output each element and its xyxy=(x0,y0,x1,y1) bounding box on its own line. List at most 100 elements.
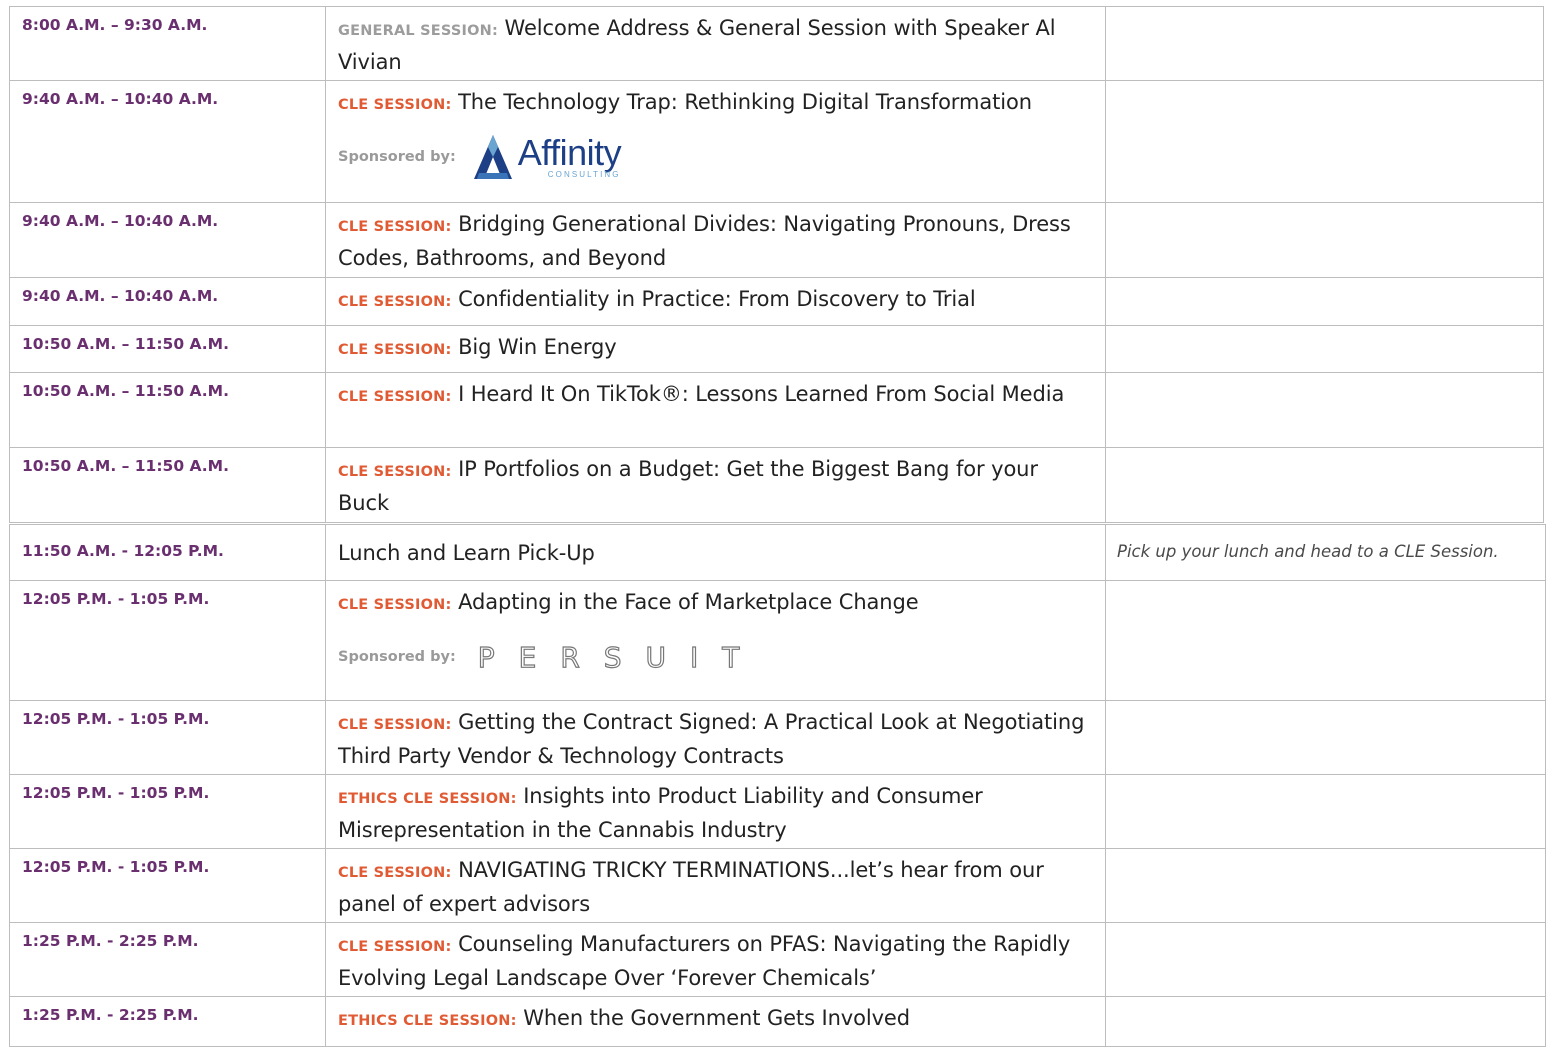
session-time: 11:50 A.M. - 12:05 P.M. xyxy=(22,542,224,560)
session-cell: CLE SESSION: I Heard It On TikTok®: Less… xyxy=(325,372,1106,448)
session-cell: Lunch and Learn Pick-Up xyxy=(325,524,1106,581)
session-label: CLE SESSION: xyxy=(338,717,452,733)
session-cell: CLE SESSION: Big Win Energy xyxy=(325,325,1106,373)
session-label: CLE SESSION: xyxy=(338,342,452,358)
lunch-note: Pick up your lunch and head to a CLE Ses… xyxy=(1117,542,1499,561)
affinity-mark-icon xyxy=(473,135,512,179)
table-row: 9:40 A.M. – 10:40 A.M. CLE SESSION: Conf… xyxy=(9,277,1544,326)
session-time: 10:50 A.M. – 11:50 A.M. xyxy=(22,335,229,353)
note-cell xyxy=(1105,774,1546,849)
session-time: 10:50 A.M. – 11:50 A.M. xyxy=(22,382,229,400)
session-cell: CLE SESSION: NAVIGATING TRICKY TERMINATI… xyxy=(325,848,1106,923)
table-row: 12:05 P.M. - 1:05 P.M. CLE SESSION: Gett… xyxy=(9,700,1546,775)
note-cell xyxy=(1105,372,1544,448)
table-row: 9:40 A.M. – 10:40 A.M. CLE SESSION: Brid… xyxy=(9,202,1544,278)
time-cell: 8:00 A.M. – 9:30 A.M. xyxy=(9,6,326,81)
session-title: Confidentiality in Practice: From Discov… xyxy=(458,287,976,311)
session-time: 1:25 P.M. - 2:25 P.M. xyxy=(22,1006,199,1024)
session-label: CLE SESSION: xyxy=(338,939,452,955)
note-cell xyxy=(1105,325,1544,373)
time-cell: 9:40 A.M. – 10:40 A.M. xyxy=(9,80,326,203)
table-row: 1:25 P.M. - 2:25 P.M. ETHICS CLE SESSION… xyxy=(9,996,1546,1047)
session-time: 8:00 A.M. – 9:30 A.M. xyxy=(22,16,208,34)
time-cell: 12:05 P.M. - 1:05 P.M. xyxy=(9,700,326,775)
table-row: 1:25 P.M. - 2:25 P.M. CLE SESSION: Couns… xyxy=(9,922,1546,997)
session-cell: CLE SESSION: Getting the Contract Signed… xyxy=(325,700,1106,775)
table-row: 12:05 P.M. - 1:05 P.M. CLE SESSION: NAVI… xyxy=(9,848,1546,923)
note-cell xyxy=(1105,80,1544,203)
table-row: 9:40 A.M. – 10:40 A.M. CLE SESSION: The … xyxy=(9,80,1544,203)
session-label: ETHICS CLE SESSION: xyxy=(338,791,517,807)
session-time: 1:25 P.M. - 2:25 P.M. xyxy=(22,932,199,950)
sponsored-by-label: Sponsored by: xyxy=(338,649,456,665)
session-label: CLE SESSION: xyxy=(338,597,452,613)
affinity-logo-name: Affinity xyxy=(517,132,622,173)
session-cell: ETHICS CLE SESSION: Insights into Produc… xyxy=(325,774,1106,849)
schedule-table-top: 8:00 A.M. – 9:30 A.M. GENERAL SESSION: W… xyxy=(9,6,1544,523)
table-row: 12:05 P.M. - 1:05 P.M. CLE SESSION: Adap… xyxy=(9,580,1546,701)
table-row: 12:05 P.M. - 1:05 P.M. ETHICS CLE SESSIO… xyxy=(9,774,1546,849)
time-cell: 10:50 A.M. – 11:50 A.M. xyxy=(9,447,326,523)
session-title: I Heard It On TikTok®: Lessons Learned F… xyxy=(458,382,1065,406)
note-cell xyxy=(1105,6,1544,81)
session-label: CLE SESSION: xyxy=(338,97,452,113)
sponsor-block: Sponsored by: Affinity CONSULTING xyxy=(326,127,1105,187)
session-label: CLE SESSION: xyxy=(338,219,452,235)
schedule-table-bottom: 11:50 A.M. - 12:05 P.M. Lunch and Learn … xyxy=(9,524,1546,1047)
note-cell xyxy=(1105,922,1546,997)
note-cell xyxy=(1105,447,1544,523)
time-cell: 9:40 A.M. – 10:40 A.M. xyxy=(9,277,326,326)
session-time: 9:40 A.M. – 10:40 A.M. xyxy=(22,90,219,108)
session-time: 12:05 P.M. - 1:05 P.M. xyxy=(22,858,210,876)
session-cell: ETHICS CLE SESSION: When the Government … xyxy=(325,996,1106,1047)
time-cell: 12:05 P.M. - 1:05 P.M. xyxy=(9,580,326,701)
session-time: 12:05 P.M. - 1:05 P.M. xyxy=(22,710,210,728)
session-title: Lunch and Learn Pick-Up xyxy=(338,541,595,565)
session-time: 12:05 P.M. - 1:05 P.M. xyxy=(22,784,210,802)
time-cell: 10:50 A.M. – 11:50 A.M. xyxy=(9,325,326,373)
sponsor-block: Sponsored by: PERSUIT xyxy=(326,627,1105,687)
note-cell: Pick up your lunch and head to a CLE Ses… xyxy=(1105,524,1546,581)
note-cell xyxy=(1105,996,1546,1047)
time-cell: 12:05 P.M. - 1:05 P.M. xyxy=(9,774,326,849)
session-label: ETHICS CLE SESSION: xyxy=(338,1013,517,1029)
table-row: 10:50 A.M. – 11:50 A.M. CLE SESSION: IP … xyxy=(9,447,1544,523)
time-cell: 1:25 P.M. - 2:25 P.M. xyxy=(9,922,326,997)
session-cell: CLE SESSION: Counseling Manufacturers on… xyxy=(325,922,1106,997)
session-cell: CLE SESSION: IP Portfolios on a Budget: … xyxy=(325,447,1106,523)
session-cell: CLE SESSION: The Technology Trap: Rethin… xyxy=(325,80,1106,203)
session-title: The Technology Trap: Rethinking Digital … xyxy=(458,90,1032,114)
time-cell: 11:50 A.M. - 12:05 P.M. xyxy=(9,524,326,581)
session-cell: CLE SESSION: Adapting in the Face of Mar… xyxy=(325,580,1106,701)
time-cell: 9:40 A.M. – 10:40 A.M. xyxy=(9,202,326,278)
affinity-consulting-logo: Affinity CONSULTING xyxy=(472,132,622,181)
session-title: Big Win Energy xyxy=(458,335,617,359)
session-time: 9:40 A.M. – 10:40 A.M. xyxy=(22,212,219,230)
session-cell: CLE SESSION: Confidentiality in Practice… xyxy=(325,277,1106,326)
session-label: CLE SESSION: xyxy=(338,294,452,310)
session-label: CLE SESSION: xyxy=(338,464,452,480)
note-cell xyxy=(1105,700,1546,775)
affinity-logo-subtitle: CONSULTING xyxy=(547,170,621,179)
persuit-logo: PERSUIT xyxy=(477,640,764,674)
session-title: Adapting in the Face of Marketplace Chan… xyxy=(458,590,919,614)
table-row: 11:50 A.M. - 12:05 P.M. Lunch and Learn … xyxy=(9,524,1546,581)
session-time: 9:40 A.M. – 10:40 A.M. xyxy=(22,287,219,305)
note-cell xyxy=(1105,580,1546,701)
table-row: 10:50 A.M. – 11:50 A.M. CLE SESSION: Big… xyxy=(9,325,1544,373)
note-cell xyxy=(1105,277,1544,326)
table-row: 10:50 A.M. – 11:50 A.M. CLE SESSION: I H… xyxy=(9,372,1544,448)
session-time: 10:50 A.M. – 11:50 A.M. xyxy=(22,457,229,475)
note-cell xyxy=(1105,202,1544,278)
table-row: 8:00 A.M. – 9:30 A.M. GENERAL SESSION: W… xyxy=(9,6,1544,81)
time-cell: 1:25 P.M. - 2:25 P.M. xyxy=(9,996,326,1047)
session-cell: GENERAL SESSION: Welcome Address & Gener… xyxy=(325,6,1106,81)
session-title: When the Government Gets Involved xyxy=(523,1006,910,1030)
note-cell xyxy=(1105,848,1546,923)
time-cell: 10:50 A.M. – 11:50 A.M. xyxy=(9,372,326,448)
time-cell: 12:05 P.M. - 1:05 P.M. xyxy=(9,848,326,923)
session-label: CLE SESSION: xyxy=(338,865,452,881)
session-label: CLE SESSION: xyxy=(338,389,452,405)
sponsored-by-label: Sponsored by: xyxy=(338,149,456,165)
session-time: 12:05 P.M. - 1:05 P.M. xyxy=(22,590,210,608)
